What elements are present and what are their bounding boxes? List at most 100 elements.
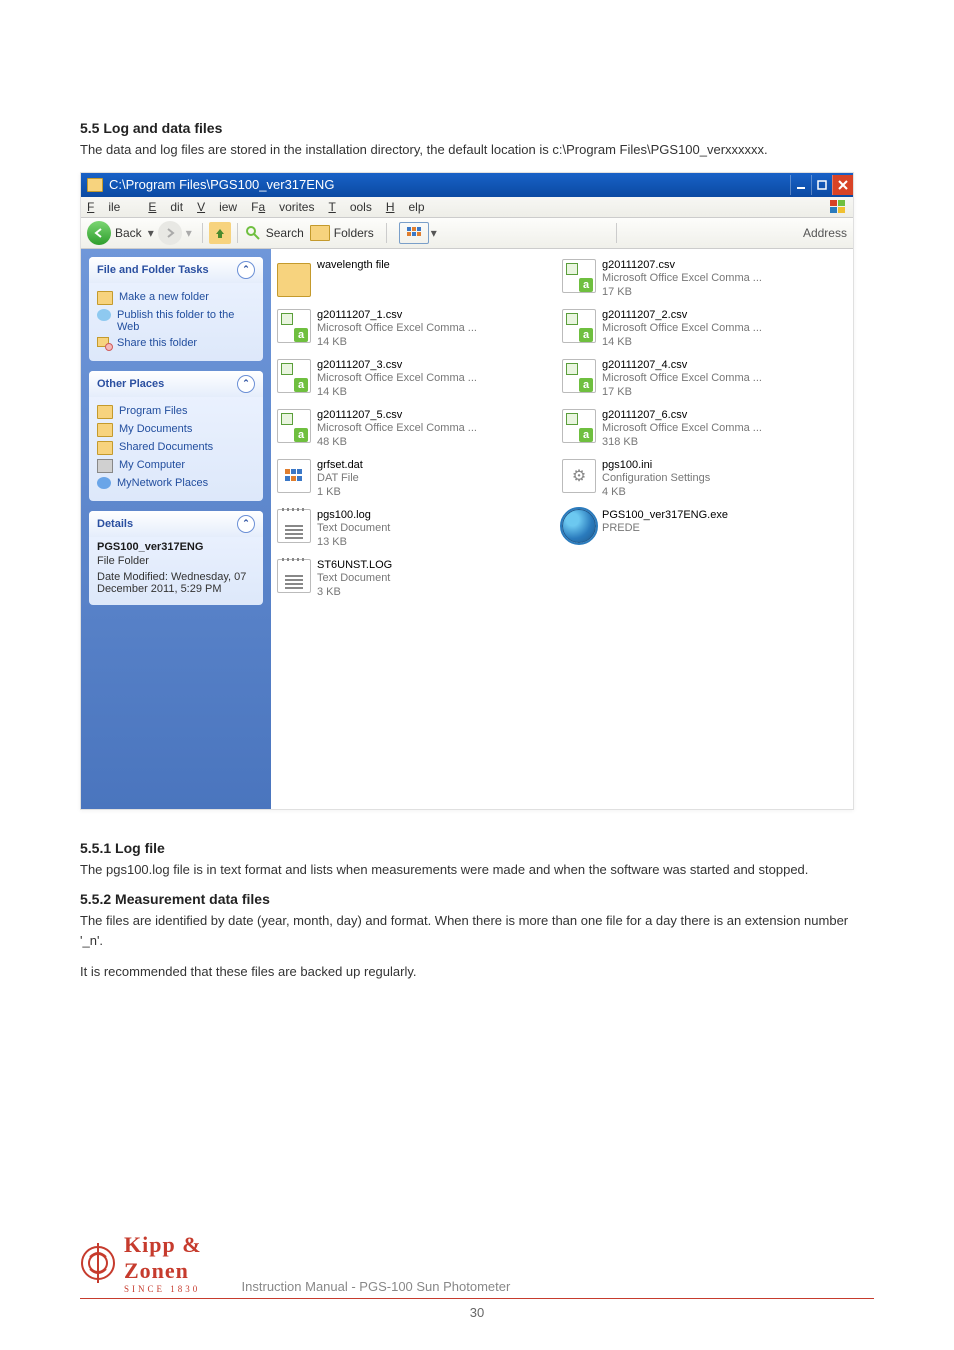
task-share-folder[interactable]: Share this folder xyxy=(97,337,255,349)
file-name: g20111207.csv xyxy=(602,259,762,273)
close-button[interactable] xyxy=(832,175,853,195)
back-button[interactable] xyxy=(87,221,111,245)
file-name: PGS100_ver317ENG.exe xyxy=(602,509,728,523)
network-icon xyxy=(97,477,111,489)
txt-icon xyxy=(277,509,311,543)
folder-icon xyxy=(97,441,113,455)
folder-icon xyxy=(87,178,103,192)
panel-title: File and Folder Tasks xyxy=(97,264,209,276)
sidebar: File and Folder Tasks ⌃ Make a new folde… xyxy=(81,249,271,809)
file-item[interactable]: ST6UNST.LOGText Document3 KB xyxy=(277,559,562,609)
file-desc: Text Document xyxy=(317,572,392,586)
file-size: 13 KB xyxy=(317,536,390,550)
computer-icon xyxy=(97,459,113,473)
forward-button[interactable] xyxy=(158,221,182,245)
file-desc: Configuration Settings xyxy=(602,472,710,486)
file-size: 4 KB xyxy=(602,486,710,500)
section-5-5-1-body: The pgs100.log file is in text format an… xyxy=(80,860,874,880)
file-item[interactable]: g20111207_2.csvMicrosoft Office Excel Co… xyxy=(562,309,847,359)
excel-icon xyxy=(562,409,596,443)
menu-tools[interactable]: Tools xyxy=(328,200,371,214)
panel-file-folder-tasks: File and Folder Tasks ⌃ Make a new folde… xyxy=(89,257,263,361)
menu-view[interactable]: View xyxy=(197,200,237,214)
task-publish-web[interactable]: Publish this folder to the Web xyxy=(97,309,255,333)
file-desc: PREDE xyxy=(602,522,728,536)
file-item[interactable]: pgs100.logText Document13 KB xyxy=(277,509,562,559)
folders-label[interactable]: Folders xyxy=(334,226,374,240)
search-icon[interactable] xyxy=(244,224,262,242)
address-label: Address xyxy=(803,226,847,240)
footer-text: Instruction Manual - PGS-100 Sun Photome… xyxy=(242,1279,511,1294)
folders-icon[interactable] xyxy=(310,225,330,241)
folder-icon xyxy=(97,405,113,419)
file-item[interactable]: pgs100.iniConfiguration Settings4 KB xyxy=(562,459,847,509)
menu-favorites[interactable]: Favorites xyxy=(251,200,314,214)
file-desc: Microsoft Office Excel Comma ... xyxy=(602,372,762,386)
file-size: 1 KB xyxy=(317,486,363,500)
dat-icon xyxy=(277,459,311,493)
up-button[interactable] xyxy=(209,222,231,244)
excel-icon xyxy=(277,309,311,343)
file-size: 48 KB xyxy=(317,436,477,450)
file-desc: DAT File xyxy=(317,472,363,486)
file-desc: Microsoft Office Excel Comma ... xyxy=(602,272,762,286)
file-item[interactable]: g20111207_4.csvMicrosoft Office Excel Co… xyxy=(562,359,847,409)
place-my-computer[interactable]: My Computer xyxy=(97,459,255,473)
web-icon xyxy=(97,309,111,321)
place-my-documents[interactable]: My Documents xyxy=(97,423,255,437)
file-size: 17 KB xyxy=(602,386,762,400)
minimize-button[interactable] xyxy=(790,175,811,195)
file-item[interactable]: g20111207.csvMicrosoft Office Excel Comm… xyxy=(562,259,847,309)
back-label: Back xyxy=(115,226,142,240)
back-dropdown-icon[interactable]: ▾ xyxy=(148,226,154,240)
menu-edit[interactable]: Edit xyxy=(148,200,183,214)
collapse-icon[interactable]: ⌃ xyxy=(237,375,255,393)
file-item[interactable]: g20111207_6.csvMicrosoft Office Excel Co… xyxy=(562,409,847,459)
toolbar: Back ▾ ▾ Search Folders ▾ Address xyxy=(81,218,853,249)
file-size: 17 KB xyxy=(602,286,762,300)
view-dropdown-icon[interactable]: ▾ xyxy=(431,226,437,240)
file-name: wavelength file xyxy=(317,259,390,273)
excel-icon xyxy=(562,359,596,393)
details-type: File Folder xyxy=(97,555,255,567)
search-label[interactable]: Search xyxy=(266,226,304,240)
file-item[interactable]: g20111207_1.csvMicrosoft Office Excel Co… xyxy=(277,309,562,359)
file-desc: Microsoft Office Excel Comma ... xyxy=(602,422,762,436)
place-program-files[interactable]: Program Files xyxy=(97,405,255,419)
menu-file[interactable]: File xyxy=(87,200,134,214)
panel-title: Details xyxy=(97,518,133,530)
place-network-places[interactable]: MyNetwork Places xyxy=(97,477,255,489)
file-name: g20111207_2.csv xyxy=(602,309,762,323)
place-shared-documents[interactable]: Shared Documents xyxy=(97,441,255,455)
file-list: wavelength fileg20111207.csvMicrosoft Of… xyxy=(271,249,853,809)
menu-help[interactable]: Help xyxy=(386,200,425,214)
file-item[interactable]: PGS100_ver317ENG.exePREDE xyxy=(562,509,847,559)
view-button[interactable] xyxy=(399,222,429,244)
file-size: 14 KB xyxy=(317,386,477,400)
file-name: g20111207_6.csv xyxy=(602,409,762,423)
file-name: g20111207_3.csv xyxy=(317,359,477,373)
maximize-button[interactable] xyxy=(811,175,832,195)
folder-icon xyxy=(97,423,113,437)
file-size: 3 KB xyxy=(317,586,392,600)
file-name: ST6UNST.LOG xyxy=(317,559,392,573)
page-number: 30 xyxy=(80,1305,874,1320)
panel-other-places: Other Places ⌃ Program Files My Document… xyxy=(89,371,263,501)
file-name: g20111207_5.csv xyxy=(317,409,477,423)
collapse-icon[interactable]: ⌃ xyxy=(237,515,255,533)
file-item[interactable]: g20111207_5.csvMicrosoft Office Excel Co… xyxy=(277,409,562,459)
forward-dropdown-icon: ▾ xyxy=(186,226,192,240)
titlebar[interactable]: C:\Program Files\PGS100_ver317ENG xyxy=(81,173,853,197)
task-make-folder[interactable]: Make a new folder xyxy=(97,291,255,305)
file-item[interactable]: wavelength file xyxy=(277,259,562,309)
collapse-icon[interactable]: ⌃ xyxy=(237,261,255,279)
ini-icon xyxy=(562,459,596,493)
file-item[interactable]: g20111207_3.csvMicrosoft Office Excel Co… xyxy=(277,359,562,409)
brand-logo-icon xyxy=(80,1243,116,1283)
file-item[interactable]: grfset.datDAT File1 KB xyxy=(277,459,562,509)
panel-title: Other Places xyxy=(97,378,164,390)
file-name: pgs100.ini xyxy=(602,459,710,473)
file-name: grfset.dat xyxy=(317,459,363,473)
file-size: 14 KB xyxy=(317,336,477,350)
section-5-5-body: The data and log files are stored in the… xyxy=(80,140,874,160)
